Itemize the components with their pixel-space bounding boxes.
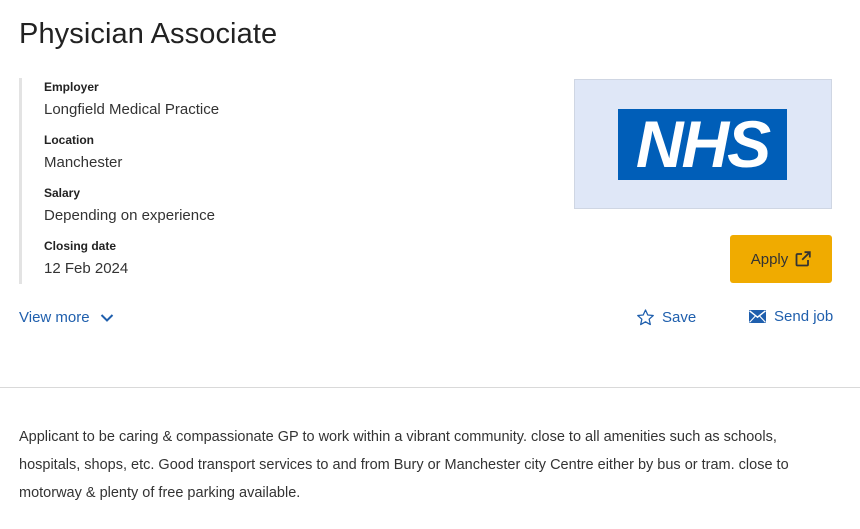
save-job-link[interactable]: Save bbox=[636, 308, 696, 327]
closing-date-value: 12 Feb 2024 bbox=[44, 260, 129, 277]
apply-label: Apply bbox=[750, 250, 789, 268]
send-job-label: Send job bbox=[774, 308, 834, 325]
location-value: Manchester bbox=[44, 154, 123, 171]
apply-button[interactable]: Apply bbox=[730, 235, 832, 283]
salary-detail: Salary Depending on experience bbox=[44, 185, 319, 226]
employer-label: Employer bbox=[44, 80, 99, 94]
external-link-icon bbox=[795, 251, 811, 267]
save-label: Save bbox=[662, 309, 697, 326]
location-label: Location bbox=[44, 133, 94, 147]
chevron-down-icon bbox=[100, 313, 113, 322]
job-title: Physician Associate bbox=[19, 18, 278, 50]
star-icon bbox=[637, 309, 654, 326]
job-details-panel: Employer Longfield Medical Practice Loca… bbox=[19, 78, 319, 284]
section-divider bbox=[0, 387, 860, 388]
employer-detail: Employer Longfield Medical Practice bbox=[44, 79, 319, 120]
employer-value: Longfield Medical Practice bbox=[44, 101, 220, 118]
send-job-link[interactable]: Send job bbox=[749, 308, 833, 325]
envelope-icon bbox=[749, 310, 766, 323]
job-description: Applicant to be caring & compassionate G… bbox=[19, 429, 789, 501]
location-detail: Location Manchester bbox=[44, 132, 319, 173]
salary-label: Salary bbox=[44, 186, 81, 200]
view-more-link[interactable]: View more bbox=[19, 309, 114, 326]
nhs-logo: NHS bbox=[618, 109, 787, 180]
salary-value: Depending on experience bbox=[44, 207, 215, 224]
closing-date-detail: Closing date 12 Feb 2024 bbox=[44, 238, 319, 279]
employer-logo-box: NHS bbox=[574, 79, 832, 209]
closing-date-label: Closing date bbox=[44, 239, 117, 253]
view-more-label: View more bbox=[19, 309, 90, 326]
